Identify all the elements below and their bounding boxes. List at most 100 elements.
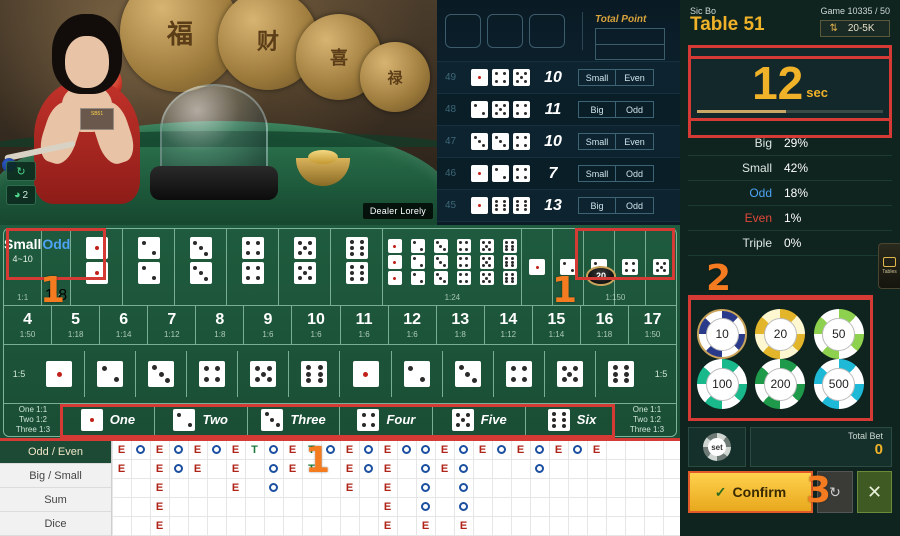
bet-single-six[interactable]: Six — [526, 404, 618, 436]
die-face-1 — [387, 271, 402, 285]
live-video-stream[interactable]: 福 财 喜 禄 SB51 ↻ ◕ 2 Dealer Lorely — [0, 0, 437, 225]
bet-single-label: Two — [202, 412, 228, 428]
bet-total-5[interactable]: 5 1:18 — [52, 306, 101, 345]
bet-total-6[interactable]: 6 1:14 — [100, 306, 149, 345]
bet-total-odds: 1:14 — [548, 330, 565, 340]
roadmap-grid[interactable]: EEEEEEEEEEEETEETTEEEEEEEEEEEEEEEE — [112, 440, 680, 536]
history-tag: Small — [578, 165, 616, 182]
bet-pairs-zone: 1:8 — [45, 229, 384, 306]
roadmap-mark-E: E — [592, 443, 601, 456]
bet-totals-row: 4 1:50 5 1:18 6 1:14 7 1:12 8 1:8 9 1:6 10 1:6 11 1:6 12… — [4, 305, 676, 345]
bet-pair-6[interactable] — [331, 229, 384, 306]
history-sum: 10 — [544, 68, 562, 86]
confirm-button[interactable]: ✓ Confirm — [688, 471, 813, 513]
bet-odd-label: Odd — [42, 236, 71, 252]
refresh-button[interactable]: ↻ — [6, 161, 36, 181]
history-dice — [471, 133, 530, 150]
bet-total-9[interactable]: 9 1:6 — [244, 306, 293, 345]
history-tags: Small Even — [578, 69, 654, 86]
bet-pair-display-11[interactable] — [545, 351, 596, 397]
timer-value: 12 — [752, 57, 804, 109]
bet-pair-display-5[interactable] — [238, 351, 290, 397]
die-face-5 — [492, 101, 509, 118]
bet-limit-button[interactable]: ⇅ 20-5K — [820, 20, 890, 37]
bet-pair-display-4[interactable] — [187, 351, 239, 397]
history-rows: 49 10 Small Even 48 11 Big Odd 47 10 Small Even 46 7 S… — [437, 62, 680, 222]
roadmap-mark-E: E — [459, 519, 468, 532]
tables-icon — [883, 257, 896, 267]
tables-side-tab[interactable]: Tables — [878, 243, 900, 289]
bet-single-three[interactable]: Three — [248, 403, 341, 436]
placed-chip[interactable]: 20 — [586, 266, 616, 286]
bet-small[interactable]: Small 4~10 1:1 — [4, 229, 43, 306]
chip-selector: 10 20 50 100 200 500 — [688, 297, 873, 421]
bet-pair-display-10[interactable] — [494, 351, 545, 397]
roadmap-mark-O — [416, 478, 435, 497]
bet-pair-4[interactable] — [227, 229, 280, 306]
confirm-label: Confirm — [732, 484, 787, 500]
bet-total-13[interactable]: 13 1:8 — [437, 306, 485, 345]
chip-20[interactable]: 20 — [755, 309, 806, 359]
bet-pair-display-2[interactable] — [85, 351, 137, 397]
bet-pair-3[interactable]: 1:8 — [45, 229, 228, 306]
die-face-4 — [241, 262, 264, 284]
signal-quality-button[interactable]: ◕ 2 — [6, 185, 36, 205]
roadmap-mark-O — [359, 440, 378, 459]
roadmap-tab-odd---even[interactable]: Odd / Even — [0, 440, 111, 464]
die-face-4 — [456, 255, 471, 269]
bet-single-one[interactable]: One — [62, 403, 155, 436]
bet-single-two[interactable]: Two — [155, 403, 248, 436]
die-face-3 — [433, 255, 448, 269]
cancel-bet-button[interactable]: ✕ — [857, 471, 892, 513]
die-face-2 — [173, 408, 196, 431]
bet-single-four[interactable]: Four — [340, 403, 434, 436]
bet-single-label: Six — [576, 412, 597, 428]
roadmap-mark-E: E — [155, 443, 164, 456]
bet-total-11[interactable]: 11 1:6 — [341, 306, 389, 345]
bet-pair-display-1[interactable] — [34, 351, 86, 397]
bet-pair-display-6[interactable] — [289, 351, 341, 397]
bet-total-14[interactable]: 14 1:12 — [485, 306, 533, 345]
bet-total-17[interactable]: 17 1:50 — [629, 306, 676, 344]
bet-limit-icon: ⇅ — [829, 23, 838, 34]
chip-200[interactable]: 200 — [755, 359, 806, 409]
roadmap-mark-O — [359, 459, 378, 478]
chip-50[interactable]: 50 — [813, 309, 864, 359]
bet-total-8[interactable]: 8 1:8 — [196, 306, 245, 345]
chip-100[interactable]: 100 — [697, 359, 748, 409]
bet-pair-display-12[interactable] — [596, 351, 646, 397]
sicbo-live-game: 福 财 喜 禄 SB51 ↻ ◕ 2 Dealer Lorely Total P… — [0, 0, 900, 536]
roadmap-mark-E: E — [440, 462, 449, 475]
bet-actions: ✓ Confirm ↻ ✕ — [688, 471, 892, 513]
roadmap-tab-dice[interactable]: Dice — [0, 512, 111, 536]
bet-total-10[interactable]: 10 1:6 — [292, 306, 341, 345]
bet-total-4[interactable]: 4 1:50 — [4, 306, 53, 345]
bet-total-12[interactable]: 12 1:6 — [389, 306, 437, 345]
roadmap-tab-sum[interactable]: Sum — [0, 488, 111, 512]
roadmap-mark-O — [264, 459, 283, 478]
bet-pair-5[interactable] — [279, 229, 332, 306]
bet-single-five[interactable]: Five — [433, 403, 527, 436]
bet-total-15[interactable]: 15 1:14 — [533, 306, 581, 345]
chip-10[interactable]: 10 — [697, 309, 748, 359]
set-chip-button[interactable]: set — [688, 427, 746, 467]
chip-500[interactable]: 500 — [813, 359, 864, 409]
die-face-1 — [352, 361, 379, 387]
bet-pair-display-7[interactable] — [340, 351, 392, 397]
bet-pair-display-8[interactable] — [392, 351, 443, 397]
bet-pair-display-9[interactable] — [443, 351, 494, 397]
roadmap-mark-O — [131, 440, 150, 459]
bet-total-odds: 1:50 — [644, 330, 661, 340]
bet-total-16[interactable]: 16 1:18 — [581, 306, 630, 345]
die-face-3 — [189, 262, 212, 284]
bet-total-odds: 1:6 — [406, 330, 418, 340]
die-face-1 — [529, 259, 546, 276]
die-face-3 — [492, 133, 509, 150]
die-face-5 — [479, 239, 494, 253]
roadmap-tab-big---small[interactable]: Big / Small — [0, 464, 111, 488]
die-face-3 — [471, 133, 488, 150]
bet-total-7[interactable]: 7 1:12 — [148, 306, 197, 345]
bet-single-label: Five — [480, 412, 507, 428]
bet-pair-display-3[interactable] — [136, 351, 188, 397]
stat-value: 42% — [784, 161, 809, 175]
